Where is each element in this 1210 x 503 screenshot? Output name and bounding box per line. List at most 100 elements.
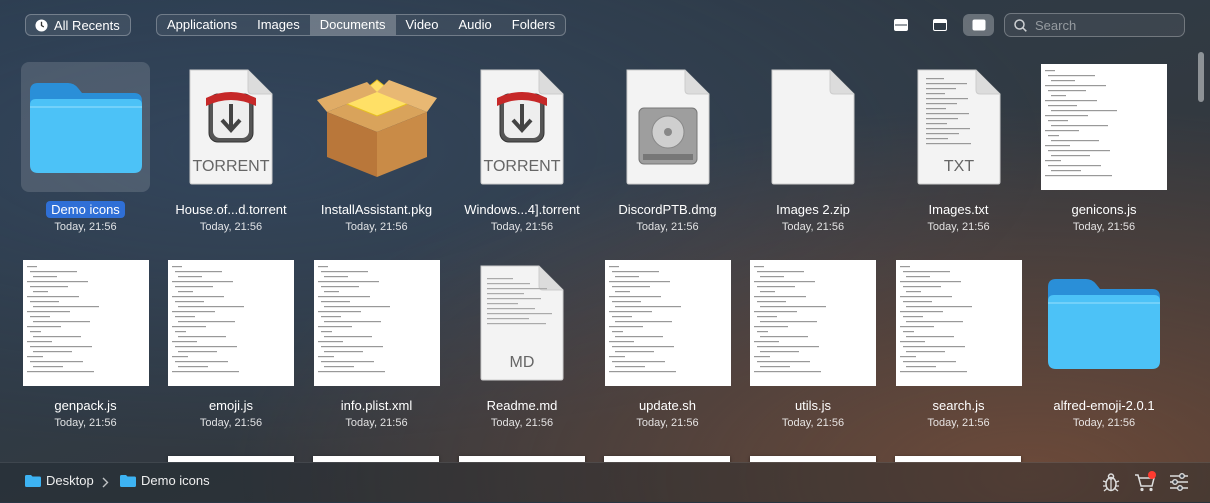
file-name-wrap: Readme.md [450,398,595,413]
file-date: Today, 21:56 [199,417,263,429]
scrollbar-thumb[interactable] [1198,52,1204,102]
view-medium-button[interactable] [924,14,955,36]
file-name-wrap: update.sh [595,398,740,413]
file-item[interactable]: genpack.js Today, 21:56 [13,248,158,438]
finder-window: All Recents Applications Images Document… [0,0,1210,503]
file-name: utils.js [794,398,832,413]
file-name-wrap: House.of...d.torrent [159,202,304,217]
file-item[interactable]: TORRENT Windows...4].torrent Today, 21:56 [450,52,595,242]
file-item[interactable]: alfred-emoji-2.0.1 Today, 21:56 [1032,248,1177,438]
archive-file-icon [771,69,855,185]
file-thumbnail [312,62,441,192]
code-file-icon [313,260,440,386]
chevron-right-icon [102,477,109,488]
search-input[interactable] [1033,16,1177,34]
file-thumbnail [603,258,732,388]
file-item[interactable]: update.sh Today, 21:56 [595,248,740,438]
breadcrumb-demo-icons[interactable]: Demo icons [120,473,210,488]
file-item[interactable]: TXT Images.txt Today, 21:56 [886,52,1031,242]
file-name: emoji.js [208,398,254,413]
bug-icon [1102,473,1120,492]
file-date: Today, 21:56 [636,417,699,429]
file-name: DiscordPTB.dmg [618,202,717,217]
torrent-file-icon: TORRENT [189,69,273,185]
tab-images[interactable]: Images [247,15,310,35]
scrollbar[interactable] [1196,52,1206,460]
file-item[interactable]: Demo icons Today, 21:56 [13,52,158,242]
search-field[interactable] [1004,13,1185,37]
settings-button[interactable] [1168,471,1190,493]
code-file-icon [604,260,731,386]
file-item[interactable]: genicons.js Today, 21:56 [1032,52,1177,242]
file-item[interactable]: emoji.js Today, 21:56 [159,248,304,438]
file-item[interactable]: utils.js Today, 21:56 [741,248,886,438]
file-name: Readme.md [486,398,558,413]
view-list-button[interactable] [885,14,916,36]
tab-documents[interactable]: Documents [309,15,396,35]
text-file-icon: TXT [917,69,1000,185]
file-name-wrap: InstallAssistant.pkg [304,202,449,217]
file-thumbnail [1040,62,1169,192]
folder-icon [25,474,41,487]
category-tabs: Applications Images Documents Video Audi… [156,14,567,36]
breadcrumb-desktop[interactable]: Desktop [25,473,94,488]
grid-view-icon [972,19,985,31]
file-item[interactable]: TORRENT House.of...d.torrent Today, 21:56 [159,52,304,242]
file-name: InstallAssistant.pkg [320,202,433,217]
file-name-wrap: info.plist.xml [304,398,449,413]
file-name: House.of...d.torrent [175,202,287,217]
file-item[interactable]: Images 2.zip Today, 21:56 [741,52,886,242]
file-item[interactable]: DiscordPTB.dmg Today, 21:56 [595,52,740,242]
file-item[interactable]: MD Readme.md Today, 21:56 [450,248,595,438]
file-thumbnail [749,62,878,192]
file-item[interactable]: search.js Today, 21:56 [886,248,1031,438]
file-name-wrap: emoji.js [159,398,304,413]
tab-audio[interactable]: Audio [449,15,502,35]
cart-button[interactable] [1134,471,1156,493]
toolbar: All Recents Applications Images Document… [0,0,1210,50]
file-name-wrap: Images 2.zip [741,202,886,217]
file-thumbnail [312,258,441,388]
folder-icon [29,83,142,173]
list-view-icon [893,19,908,31]
bug-button[interactable] [1100,471,1122,493]
view-mode-buttons [885,14,994,36]
file-name: search.js [932,398,985,413]
file-date: Today, 21:56 [54,417,117,429]
file-thumbnail: TXT [894,62,1023,192]
path-bar: Desktop Demo icons [0,462,1210,503]
tab-video[interactable]: Video [396,15,449,35]
view-grid-button[interactable] [963,14,994,36]
file-date: Today, 21:56 [54,221,117,233]
tab-folders[interactable]: Folders [502,15,565,35]
file-name-wrap: genicons.js [1032,202,1177,217]
svg-text:TORRENT: TORRENT [192,158,269,175]
all-recents-button[interactable]: All Recents [25,14,131,36]
tab-applications[interactable]: Applications [157,15,247,35]
file-name-wrap: alfred-emoji-2.0.1 [1032,398,1177,413]
file-name: info.plist.xml [340,398,413,413]
file-name-wrap: Windows...4].torrent [450,202,595,217]
file-thumbnail [167,258,296,388]
file-date: Today, 21:56 [345,221,408,233]
code-file-icon [750,260,876,386]
file-name-wrap: Images.txt [886,202,1031,217]
file-date: Today, 21:56 [1072,221,1136,233]
file-thumbnail: TORRENT [167,62,296,192]
file-date: Today, 21:56 [1072,417,1136,429]
file-name: update.sh [638,398,697,413]
file-name: genicons.js [1071,202,1137,217]
file-item[interactable]: InstallAssistant.pkg Today, 21:56 [304,52,449,242]
file-thumbnail [894,258,1023,388]
file-date: Today, 21:56 [490,417,554,429]
file-date: Today, 21:56 [781,417,845,429]
disk-image-icon [626,69,709,185]
file-item[interactable]: info.plist.xml Today, 21:56 [304,248,449,438]
file-date: Today, 21:56 [781,221,845,233]
markdown-file-icon: MD [480,265,564,381]
bottom-actions [1100,471,1190,493]
file-date: Today, 21:56 [927,417,990,429]
folder-icon [120,474,136,487]
file-name-wrap: search.js [886,398,1031,413]
breadcrumb-label: Demo icons [141,473,210,488]
